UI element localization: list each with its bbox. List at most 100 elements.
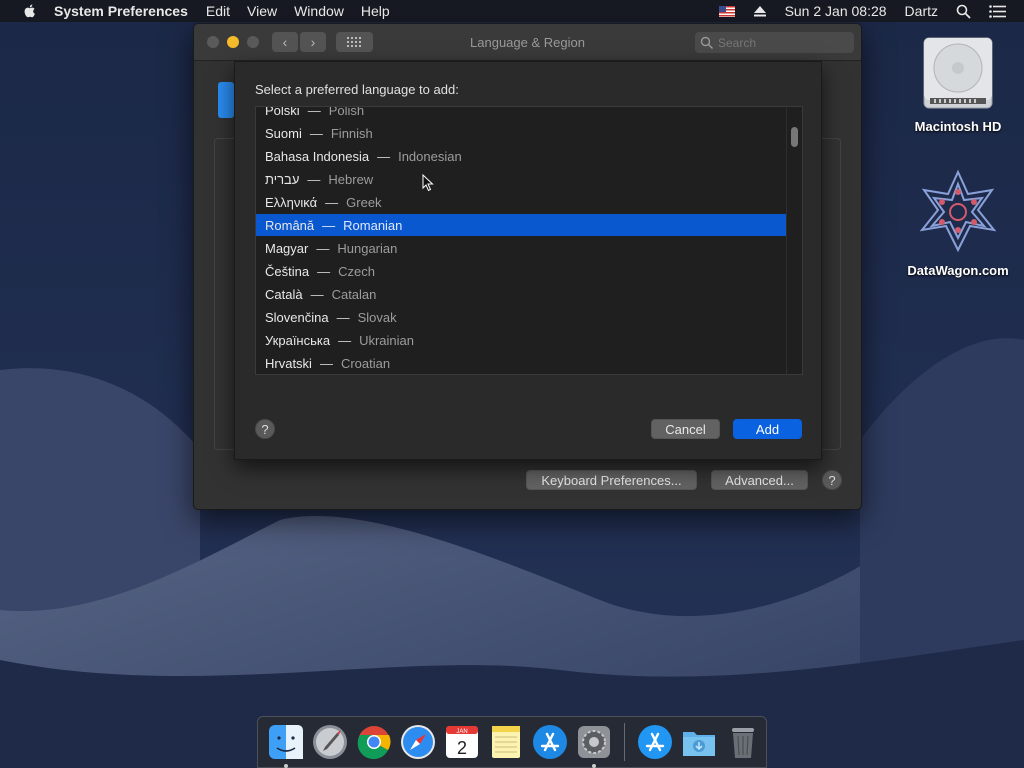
- menu-app-name[interactable]: System Preferences: [54, 3, 188, 19]
- language-native-name: Magyar: [265, 240, 309, 256]
- language-native-name: Українська: [265, 332, 331, 348]
- language-english-name: Slovak: [357, 309, 397, 325]
- desktop-icon-label: DataWagon.com: [907, 263, 1009, 278]
- dock-app-store[interactable]: [530, 722, 570, 762]
- sheet-help-button[interactable]: ?: [255, 419, 275, 439]
- dock-notes[interactable]: [486, 722, 526, 762]
- language-native-name: עברית: [265, 171, 300, 187]
- safari-icon: [401, 725, 435, 759]
- menu-clock[interactable]: Sun 2 Jan 08:28: [785, 3, 887, 19]
- language-native-name: Bahasa Indonesia: [265, 148, 370, 164]
- language-native-name: Čeština: [265, 263, 310, 279]
- menu-view[interactable]: View: [247, 3, 277, 19]
- language-separator: —: [336, 309, 350, 325]
- menu-bar: System Preferences Edit View Window Help…: [0, 0, 1024, 22]
- search-field[interactable]: [695, 32, 854, 53]
- dock-trash[interactable]: [723, 722, 763, 762]
- dock-downloads-folder[interactable]: [679, 722, 719, 762]
- calendar-icon: JAN 2: [446, 726, 478, 758]
- language-native-name: Română: [265, 217, 315, 233]
- language-native-name: Català: [265, 286, 303, 302]
- downloads-folder-icon: [683, 732, 715, 756]
- search-icon: [700, 36, 714, 49]
- language-row-croatian[interactable]: Hrvatski — Croatian: [256, 352, 787, 374]
- eject-icon[interactable]: [753, 5, 767, 17]
- language-row-slovak[interactable]: Slovenčina — Slovak: [256, 306, 787, 328]
- search-input[interactable]: [718, 35, 848, 50]
- language-english-name: Indonesian: [398, 148, 462, 164]
- language-english-name: Finnish: [330, 125, 373, 141]
- desktop-icon-datawagon[interactable]: DataWagon.com: [903, 168, 1013, 278]
- menu-window[interactable]: Window: [294, 3, 344, 19]
- launchpad-icon: [313, 725, 347, 759]
- help-button[interactable]: ?: [822, 470, 842, 490]
- app-store-download-icon: [638, 725, 672, 759]
- language-separator: —: [307, 106, 321, 118]
- language-english-name: Romanian: [343, 217, 403, 233]
- language-row-hebrew[interactable]: עברית — Hebrew: [256, 168, 787, 190]
- language-native-name: Hrvatski: [265, 355, 312, 371]
- system-preferences-icon: [578, 726, 610, 758]
- desktop-icon-macintosh-hd[interactable]: Macintosh HD: [903, 32, 1013, 134]
- menu-help[interactable]: Help: [361, 3, 390, 19]
- hard-drive-icon: [923, 37, 993, 109]
- language-row-polish[interactable]: Polski — Polish: [256, 106, 787, 121]
- dock-chrome[interactable]: [354, 722, 394, 762]
- scrollbar-thumb[interactable]: [791, 127, 798, 147]
- list-scrollbar[interactable]: [786, 107, 802, 374]
- calendar-month: JAN: [456, 729, 467, 735]
- menu-user[interactable]: Dartz: [905, 3, 938, 19]
- dock-system-preferences[interactable]: [574, 722, 614, 768]
- dock-launchpad[interactable]: [310, 722, 350, 762]
- us-flag-input-icon[interactable]: [718, 5, 735, 17]
- language-separator: —: [319, 355, 333, 371]
- language-separator: —: [310, 286, 324, 302]
- trash-icon: [732, 728, 754, 758]
- language-english-name: Ukrainian: [359, 332, 415, 348]
- language-row-hungarian[interactable]: Magyar — Hungarian: [256, 237, 787, 259]
- language-separator: —: [377, 148, 391, 164]
- apple-menu-icon[interactable]: [20, 3, 40, 19]
- dock-finder[interactable]: [266, 722, 306, 768]
- language-row-czech[interactable]: Čeština — Czech: [256, 260, 787, 282]
- language-row-indonesian[interactable]: Bahasa Indonesia — Indonesian: [256, 145, 787, 167]
- cancel-button[interactable]: Cancel: [651, 419, 720, 439]
- language-native-name: Polski: [265, 106, 300, 118]
- language-english-name: Catalan: [331, 286, 377, 302]
- keyboard-preferences-button[interactable]: Keyboard Preferences...: [526, 470, 697, 490]
- sheet-prompt: Select a preferred language to add:: [255, 82, 459, 97]
- language-separator: —: [307, 171, 321, 187]
- language-native-name: Suomi: [265, 125, 302, 141]
- language-row-finnish[interactable]: Suomi — Finnish: [256, 122, 787, 144]
- dock-separator: [624, 723, 625, 761]
- dock-app-store-download[interactable]: [635, 722, 675, 762]
- datawagon-logo-icon: [919, 169, 997, 253]
- language-english-name: Croatian: [340, 355, 391, 371]
- language-native-name: Ελληνικά: [265, 194, 318, 210]
- language-english-name: Hebrew: [328, 171, 374, 187]
- running-indicator: [592, 764, 596, 768]
- menu-edit[interactable]: Edit: [206, 3, 230, 19]
- advanced-button[interactable]: Advanced...: [711, 470, 808, 490]
- language-list[interactable]: Polski — Polish Suomi — Finnish Bahasa I…: [255, 106, 803, 375]
- dock: JAN 2: [257, 716, 767, 768]
- notification-center-icon[interactable]: [989, 4, 1006, 18]
- language-row-ukrainian[interactable]: Українська — Ukrainian: [256, 329, 787, 351]
- language-row-romanian[interactable]: Română — Romanian: [256, 214, 787, 236]
- preferred-languages-flag-icon: [218, 82, 234, 118]
- language-english-name: Polish: [328, 106, 365, 118]
- window-titlebar[interactable]: ‹ › Language & Region: [194, 24, 861, 61]
- spotlight-search-icon[interactable]: [956, 4, 971, 19]
- language-english-name: Greek: [346, 194, 382, 210]
- add-language-sheet: Select a preferred language to add: Pols…: [234, 61, 822, 460]
- language-separator: —: [316, 240, 330, 256]
- language-separator: —: [317, 263, 331, 279]
- notes-icon: [492, 726, 520, 758]
- language-native-name: Slovenčina: [265, 309, 329, 325]
- language-row-catalan[interactable]: Català — Catalan: [256, 283, 787, 305]
- language-row-greek[interactable]: Ελληνικά — Greek: [256, 191, 787, 213]
- language-english-name: Hungarian: [337, 240, 398, 256]
- dock-safari[interactable]: [398, 722, 438, 762]
- dock-calendar[interactable]: JAN 2: [442, 722, 482, 762]
- add-button[interactable]: Add: [733, 419, 802, 439]
